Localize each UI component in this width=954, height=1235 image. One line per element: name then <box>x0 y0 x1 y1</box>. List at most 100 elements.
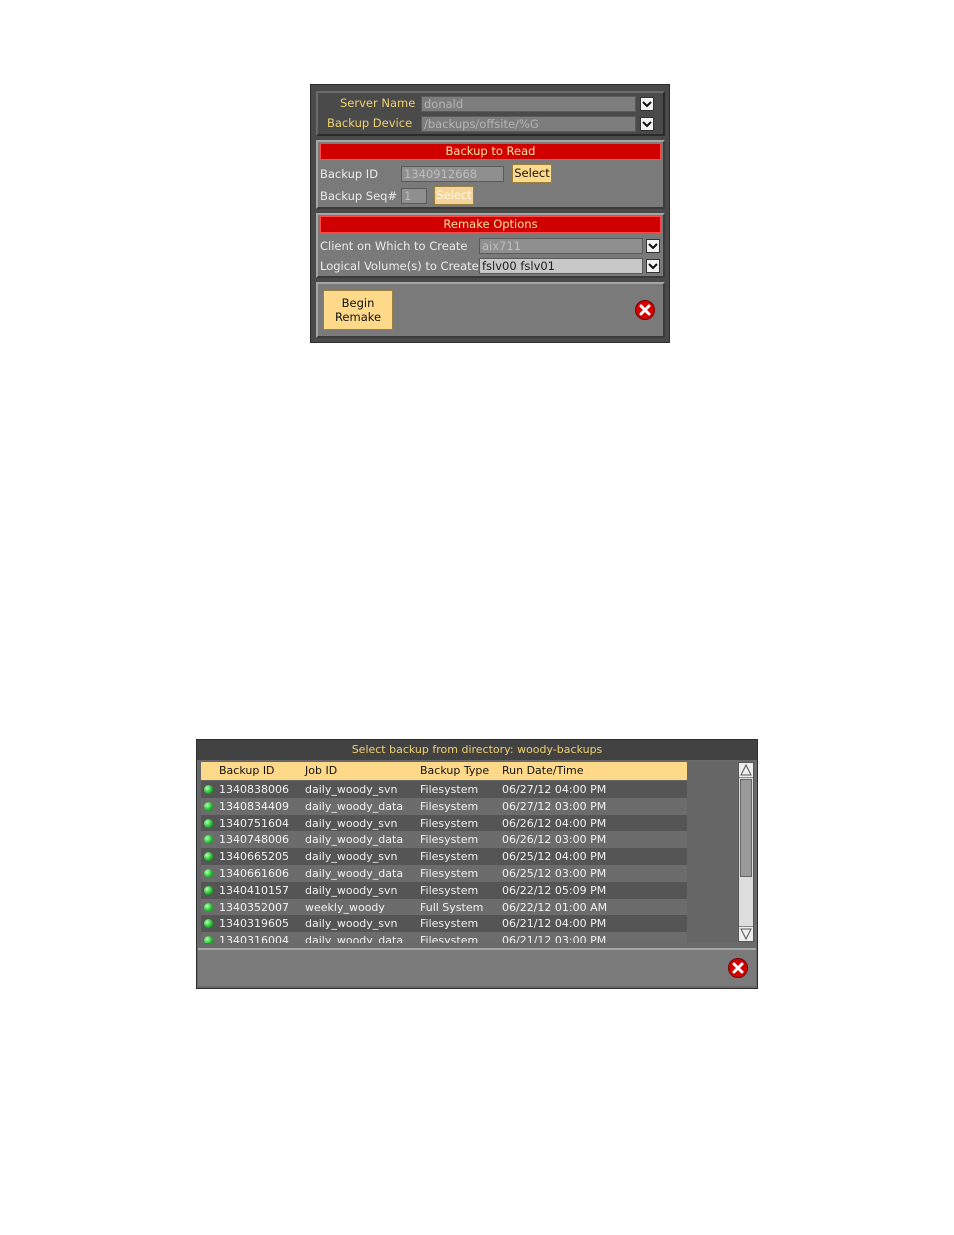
status-ok-icon <box>204 785 213 794</box>
server-name-label: Server Name <box>340 96 416 110</box>
table-row[interactable]: 1340748006 daily_woody_data Filesystem 06/2… <box>201 831 687 849</box>
backup-device-field[interactable]: /backups/offsite/%G <box>421 116 636 132</box>
select-backup-button[interactable]: Select <box>512 164 552 183</box>
list-header: Backup ID Job ID Backup Type Run Date/Ti… <box>201 762 687 780</box>
backup-type-cell: Filesystem <box>420 783 479 796</box>
backup-id-label: Backup ID <box>320 167 379 181</box>
backup-id-cell: 1340838006 <box>219 783 289 796</box>
run-date-cell: 06/27/12 03:00 PM <box>502 799 607 813</box>
backup-type-cell: Filesystem <box>420 816 479 830</box>
remake-dialog: Server Name donald Backup Device /backup… <box>310 84 670 343</box>
col-run-date[interactable]: Run Date/Time <box>502 764 584 777</box>
run-date-cell: 06/25/12 03:00 PM <box>502 867 607 880</box>
job-id-cell: daily_woody_data <box>305 934 404 943</box>
table-row[interactable]: 1340751604 daily_woody_svn Filesystem 06/26… <box>201 814 687 832</box>
lv-label: Logical Volume(s) to Create <box>320 259 479 273</box>
backup-seq-label: Backup Seq# <box>320 189 398 203</box>
chevron-down-icon <box>642 121 652 128</box>
action-panel: Begin Remake <box>316 282 665 338</box>
backup-type-cell: Filesystem <box>420 934 479 943</box>
begin-remake-button[interactable]: Begin Remake <box>323 290 393 330</box>
close-icon[interactable] <box>728 958 748 978</box>
backup-id-cell: 1340352007 <box>219 900 289 914</box>
scroll-thumb[interactable] <box>740 779 752 877</box>
status-ok-icon <box>204 902 213 912</box>
close-icon[interactable] <box>635 300 655 320</box>
col-backup-type[interactable]: Backup Type <box>420 764 489 777</box>
backup-id-cell: 1340410157 <box>219 883 289 897</box>
chevron-down-icon <box>642 101 652 108</box>
client-label: Client on Which to Create <box>320 239 468 253</box>
scroll-down-arrow[interactable] <box>739 926 753 941</box>
job-id-cell: daily_woody_svn <box>305 816 398 830</box>
backup-id-cell: 1340751604 <box>219 816 289 830</box>
backup-list-dialog: Select backup from directory: woody-back… <box>196 739 758 989</box>
run-date-cell: 06/25/12 04:00 PM <box>502 850 607 864</box>
lv-field[interactable]: fslv00 fslv01 <box>479 258 643 274</box>
table-row[interactable]: 1340410157 daily_woody_svn Filesystem 06/22… <box>201 881 687 899</box>
table-row[interactable]: 1340834409 daily_woody_data Filesystem 06/2… <box>201 797 687 815</box>
run-date-cell: 06/27/12 04:00 PM <box>502 783 607 796</box>
client-field[interactable]: aix711 <box>479 238 643 254</box>
triangle-up-icon <box>740 763 752 776</box>
triangle-down-icon <box>740 928 752 941</box>
job-id-cell: daily_woody_data <box>305 799 404 813</box>
backup-type-cell: Filesystem <box>420 883 479 897</box>
status-ok-icon <box>204 835 213 845</box>
job-id-cell: daily_woody_svn <box>305 883 398 897</box>
backup-id-cell: 1340661606 <box>219 867 289 880</box>
begin-remake-label-2: Remake <box>334 310 382 324</box>
status-ok-icon <box>204 852 213 862</box>
backup-id-cell: 1340665205 <box>219 850 289 864</box>
table-row[interactable]: 1340665205 daily_woody_svn Filesystem 06/25… <box>201 848 687 866</box>
job-id-cell: daily_woody_svn <box>305 917 398 931</box>
scrollbar[interactable] <box>738 762 754 942</box>
backup-id-cell: 1340316004 <box>219 934 289 943</box>
status-ok-icon <box>204 818 213 828</box>
server-name-dropdown[interactable] <box>640 97 654 111</box>
server-panel: Server Name donald Backup Device /backup… <box>316 91 665 136</box>
table-row[interactable]: 1340316004 daily_woody_data Filesystem 06/2… <box>201 932 687 943</box>
backup-device-label: Backup Device <box>327 116 413 130</box>
backup-id-cell: 1340834409 <box>219 799 289 813</box>
backup-seq-field[interactable]: 1 <box>401 188 427 204</box>
table-row[interactable]: 1340352007 weekly_woody Full System 06/22/1… <box>201 898 687 916</box>
run-date-cell: 06/22/12 01:00 AM <box>502 900 608 914</box>
status-ok-icon <box>204 936 213 943</box>
col-backup-id[interactable]: Backup ID <box>219 764 275 777</box>
chevron-down-icon <box>648 243 658 250</box>
select-seq-button[interactable]: Select <box>434 186 474 205</box>
scroll-up-arrow[interactable] <box>739 763 753 778</box>
job-id-cell: daily_woody_data <box>305 833 404 847</box>
status-ok-icon <box>204 885 213 895</box>
status-ok-icon <box>204 869 213 878</box>
backup-device-dropdown[interactable] <box>640 117 654 131</box>
job-id-cell: daily_woody_svn <box>305 850 398 864</box>
backup-to-read-panel: Backup to Read Backup ID 1340912668 Sele… <box>316 140 665 209</box>
backup-id-field[interactable]: 1340912668 <box>401 166 504 182</box>
run-date-cell: 06/22/12 05:09 PM <box>502 883 607 897</box>
client-dropdown[interactable] <box>646 239 660 253</box>
lv-dropdown[interactable] <box>646 259 660 273</box>
dialog-footer <box>198 948 756 986</box>
chevron-down-icon <box>648 263 658 270</box>
table-row[interactable]: 1340319605 daily_woody_svn Filesystem 06/21… <box>201 915 687 933</box>
backup-type-cell: Filesystem <box>420 867 479 880</box>
table-row[interactable]: 1340661606 daily_woody_data Filesystem 06/2… <box>201 865 687 882</box>
job-id-cell: weekly_woody <box>305 900 385 914</box>
job-id-cell: daily_woody_svn <box>305 783 398 796</box>
status-ok-icon <box>204 801 213 811</box>
server-name-field[interactable]: donald <box>421 96 636 112</box>
backup-type-cell: Filesystem <box>420 833 479 847</box>
run-date-cell: 06/26/12 03:00 PM <box>502 833 607 847</box>
run-date-cell: 06/21/12 03:00 PM <box>502 934 607 943</box>
remake-options-panel: Remake Options Client on Which to Create… <box>316 213 665 278</box>
run-date-cell: 06/26/12 04:00 PM <box>502 816 607 830</box>
backup-list: Backup ID Job ID Backup Type Run Date/Ti… <box>199 761 737 943</box>
backup-type-cell: Full System <box>420 900 484 914</box>
backup-id-cell: 1340748006 <box>219 833 289 847</box>
col-job-id[interactable]: Job ID <box>305 764 337 777</box>
status-ok-icon <box>204 919 213 929</box>
dialog-title: Select backup from directory: woody-back… <box>197 740 757 760</box>
table-row[interactable]: 1340838006 daily_woody_svn Filesystem 06/27… <box>201 781 687 798</box>
